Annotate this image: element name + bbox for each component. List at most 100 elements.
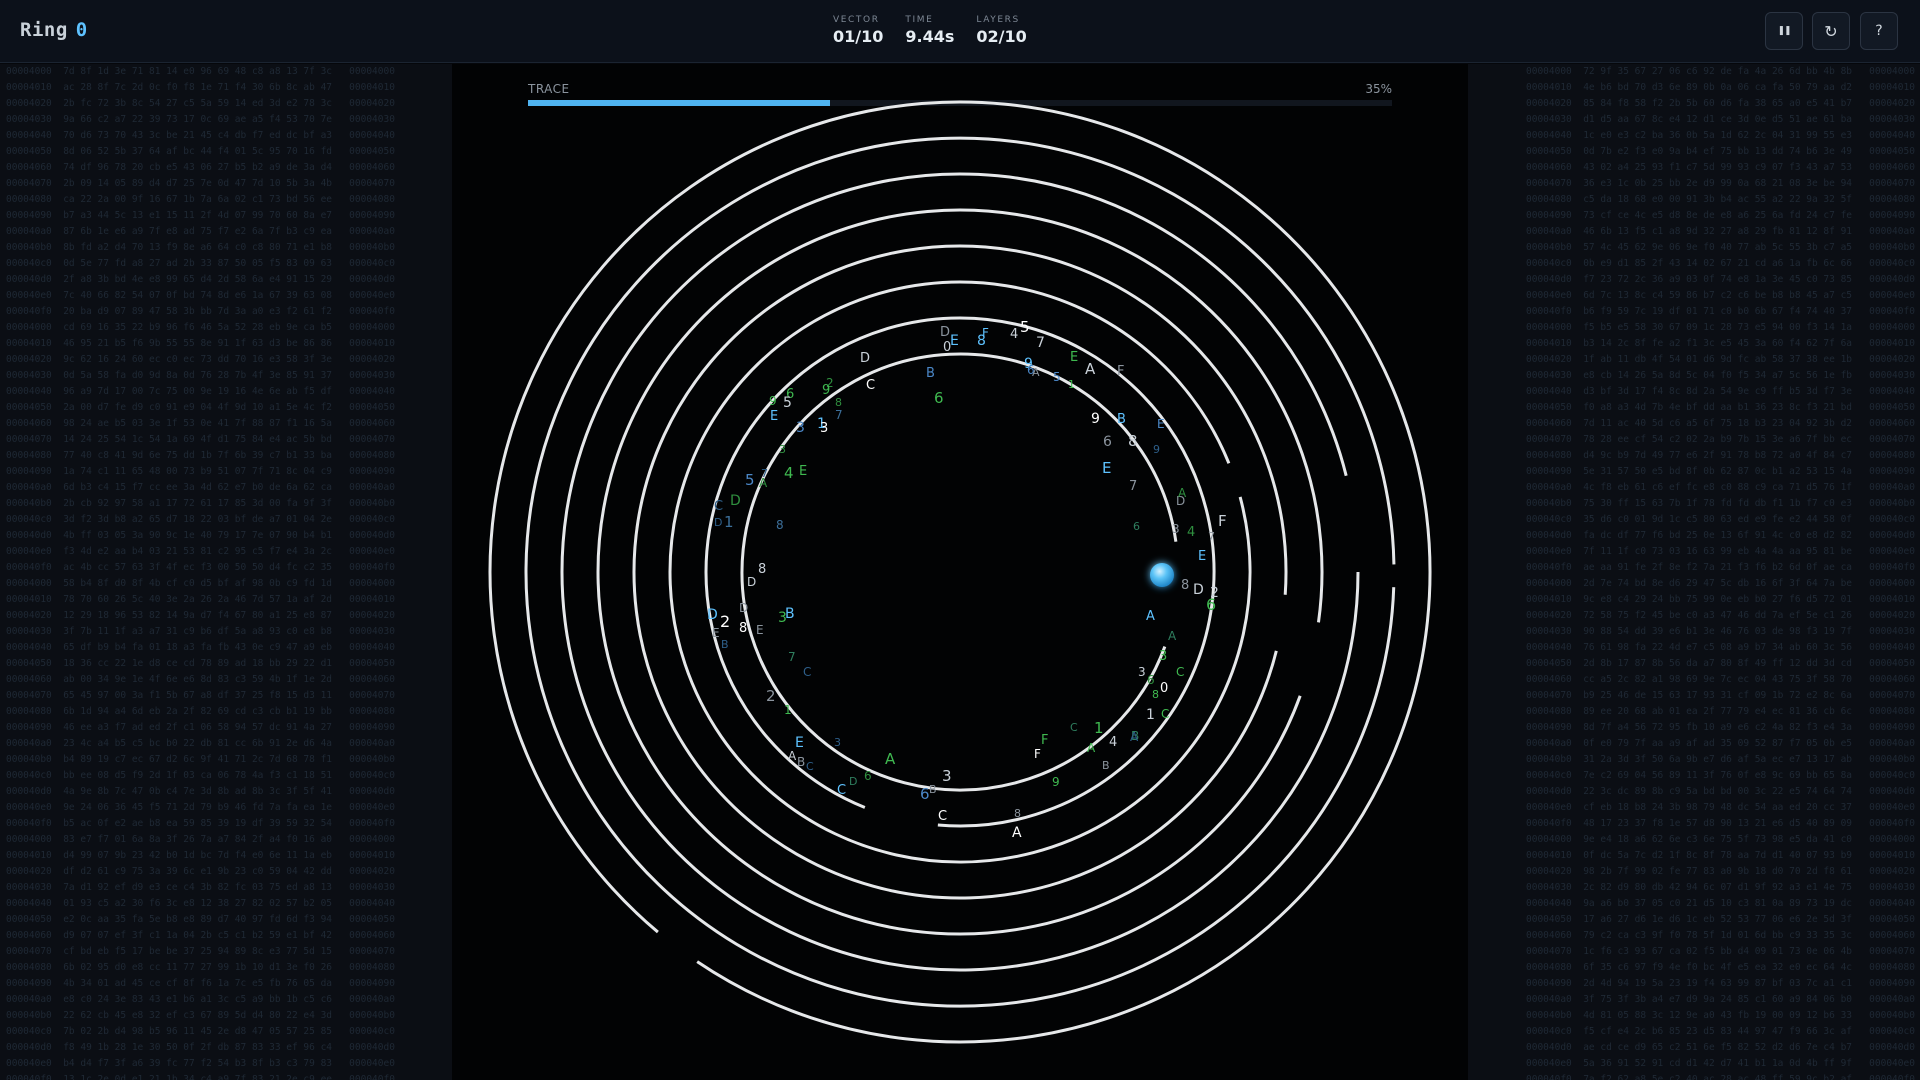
maze-ring-4	[632, 244, 1288, 900]
pause-icon: ❚❚	[1777, 26, 1791, 36]
glyph: 7	[1036, 335, 1045, 351]
stat-layers-label: LAYERS	[976, 15, 1020, 25]
glyph: 6	[1103, 434, 1112, 450]
ring-layer	[488, 100, 1432, 1044]
glyph: F	[1034, 747, 1041, 761]
glyph: 3	[1159, 649, 1167, 664]
stat-time-label: TIME	[905, 15, 934, 25]
glyph: 6	[934, 389, 944, 407]
glyph: 3	[779, 443, 786, 456]
glyph: 2	[720, 612, 730, 631]
glyph: D	[747, 575, 756, 589]
glyph: B	[721, 638, 729, 651]
glyph: 4	[1010, 327, 1018, 342]
glyph: A	[1130, 730, 1139, 744]
stat-layers-value: 02/10	[976, 27, 1027, 46]
glyph: 4	[1109, 735, 1117, 750]
glyph: A	[1146, 609, 1155, 624]
glyph: A	[759, 476, 768, 490]
glyph: C	[803, 665, 811, 679]
glyph: 1	[724, 513, 734, 531]
glyph: 6	[864, 769, 872, 783]
glyph: B	[1102, 759, 1110, 772]
glyph: B	[1117, 412, 1126, 427]
glyph: 8	[739, 621, 747, 636]
player-orb[interactable]	[1150, 563, 1174, 587]
glyph: 3	[942, 767, 952, 785]
glyph: 9	[769, 394, 777, 408]
glyph: E	[950, 333, 959, 349]
glyph: 3	[796, 420, 805, 436]
glyph-cloud: D0E 8F 4 5796A 5E1A FDCB6298769E53 139 B E6 8 9E73…	[707, 318, 1227, 841]
help-button[interactable]: ?	[1860, 12, 1898, 50]
glyph: A	[788, 749, 797, 763]
glyph: F	[1117, 364, 1124, 379]
glyph: 7	[835, 408, 843, 422]
glyph: 3	[820, 421, 828, 436]
glyph: C	[837, 783, 846, 798]
game-arena[interactable]: TRACE 35% D0E8F45796A5E1AFDCB6298769E531…	[452, 64, 1468, 1080]
help-icon: ?	[1875, 23, 1883, 39]
stat-time-value: 9.44s	[905, 27, 955, 46]
glyph: A	[1012, 825, 1022, 841]
maze-ring-6	[560, 172, 1360, 972]
glyph: 9	[822, 383, 830, 398]
glyph: 6	[1206, 595, 1216, 614]
glyph: 3	[834, 736, 841, 749]
title-text: Ring	[20, 19, 68, 41]
glyph: E	[1070, 350, 1078, 365]
glyph: B	[926, 366, 935, 381]
glyph: E	[799, 464, 807, 479]
glyph: 4	[784, 464, 794, 482]
glyph: 8	[776, 518, 784, 532]
maze-ring-1	[740, 352, 1178, 792]
glyph: E	[1157, 417, 1165, 431]
glyph: C	[1161, 707, 1169, 721]
glyph: E	[795, 735, 804, 751]
restart-button[interactable]: ↻	[1812, 12, 1850, 50]
glyph: D	[714, 516, 722, 529]
glyph: F	[1041, 733, 1048, 748]
glyph: A	[1178, 486, 1187, 500]
glyph: E	[756, 623, 764, 637]
glyph: A	[1168, 629, 1177, 643]
score-value: 0	[75, 19, 88, 41]
glyph: A	[1087, 741, 1096, 755]
glyph: 9	[1153, 443, 1160, 456]
maze-ring-7	[524, 136, 1396, 1008]
glyph: A	[885, 750, 896, 768]
ring-maze[interactable]: D0E 8F 4 5796A 5E1A FDCB6298769E53 139 B E6 8 9E73…	[452, 64, 1468, 1080]
glyph: 3	[1172, 522, 1180, 536]
glyph: 8	[1181, 578, 1189, 593]
glyph: 5	[1020, 318, 1030, 336]
glyph: C	[1070, 721, 1078, 734]
stat-time: TIME 9.44s	[905, 15, 954, 46]
glyph: F	[1218, 512, 1227, 530]
glyph: E	[1102, 459, 1111, 477]
glyph: E	[770, 409, 778, 424]
glyph: F	[982, 326, 989, 340]
pause-button[interactable]: ❚❚	[1765, 12, 1803, 50]
game-title: Ring 0	[20, 19, 88, 41]
glyph: 8	[1128, 432, 1138, 450]
glyph: 2	[766, 687, 776, 705]
glyph: D	[940, 325, 950, 340]
glyph: C	[714, 499, 723, 514]
glyph: 1	[784, 703, 792, 717]
glyph: 6	[1147, 673, 1155, 687]
glyph: B	[797, 755, 805, 769]
stat-vector-label: VECTOR	[833, 15, 880, 25]
top-bar: Ring 0 VECTOR 01/10 TIME 9.44s LAYERS 02/…	[0, 0, 1920, 63]
stat-vector: VECTOR 01/10	[833, 15, 883, 46]
glyph: E	[712, 626, 720, 640]
glyph: C	[866, 378, 875, 393]
glyph: A	[1085, 360, 1096, 378]
glyph: 4	[1187, 525, 1195, 540]
glyph: 3	[778, 610, 787, 626]
hex-dump-right: 00004000 72 9f 35 67 27 06 c6 92 de fa 4…	[1468, 64, 1920, 1080]
glyph: D	[849, 775, 857, 788]
glyph: D	[860, 351, 870, 366]
glyph: 1	[1094, 719, 1104, 737]
glyph: C	[806, 760, 814, 773]
glyph: D	[730, 493, 741, 509]
